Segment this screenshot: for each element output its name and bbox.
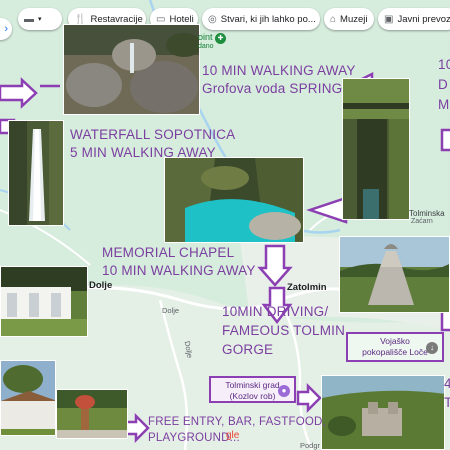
poi-pin-icon: ✚	[215, 33, 227, 44]
free-entry-text: FREE ENTRY, BAR, FASTFOOD,	[148, 416, 326, 428]
museum-icon: ⌂	[330, 13, 337, 25]
castle-box[interactable]: Tolminski grad (Kozlov rob) ●	[209, 376, 296, 403]
photo-bar[interactable]	[56, 389, 128, 439]
photo-castle[interactable]	[321, 375, 445, 450]
house-image	[1, 361, 55, 435]
chip-restaurants-label: Restavracije	[90, 13, 143, 25]
chip-transit[interactable]: ▣ Javni prevoz	[378, 8, 450, 30]
chip-transit-label: Javni prevoz	[397, 13, 450, 25]
hotel-icon: ▭	[156, 13, 166, 25]
right-edge-text-2: D	[438, 77, 448, 92]
chapel-name-text: MEMORIAL CHAPEL	[102, 245, 235, 260]
chevron-icon: ›	[4, 23, 8, 35]
place-zatolmin[interactable]: Zatolmin	[287, 282, 327, 293]
dropdown-arrow-icon: ▾	[38, 16, 42, 23]
google-logo: gle	[226, 430, 240, 441]
vojasko-box[interactable]: Vojaško pokopališče Loče ↓	[346, 332, 444, 362]
place-tolminska[interactable]: Tolminska	[409, 209, 445, 218]
waterfall-image	[9, 121, 63, 225]
camera-icon: ◎	[208, 13, 217, 25]
photo-waterfall[interactable]	[8, 120, 64, 226]
chapel-distance-text: 10 MIN WALKING AWAY	[102, 263, 256, 278]
spring-distance-text: 10 MIN WALKING AWAY	[202, 63, 356, 78]
photo-chapel[interactable]	[0, 266, 88, 337]
right-edge-text-1: 10	[438, 57, 450, 72]
place-tolminska-sub: Zaćarn	[411, 218, 433, 225]
photo-spring[interactable]	[63, 24, 200, 115]
gorge-image	[165, 158, 303, 242]
waterfall-name-text: WATERFALL SOPOTNICA	[70, 127, 236, 142]
place-dolje[interactable]: Dolje	[89, 280, 112, 291]
photo-playground-house[interactable]	[0, 360, 56, 436]
vojasko-line1: Vojaško	[380, 336, 410, 346]
transit-icon: ▣	[384, 13, 394, 25]
gorge-line3-text: GORGE	[222, 342, 274, 357]
right-edge-text-5: T	[444, 395, 450, 410]
castle-image	[322, 376, 444, 449]
chapel-image	[1, 267, 87, 336]
restaurant-icon: 🍴	[74, 13, 87, 25]
gorge-line1-text: 10MIN DRIVING/	[222, 304, 329, 319]
road-label-dolje: Dolje	[162, 306, 180, 315]
poi-label-text: oint	[198, 32, 213, 42]
poi-sublabel: dano	[198, 43, 214, 50]
keyboard-icon: ▬	[24, 13, 34, 25]
chip-museums-label: Muzeji	[340, 13, 368, 25]
bridge-image	[343, 79, 409, 219]
chip-hotels-label: Hoteli	[169, 13, 194, 25]
waterfall-distance-text: 5 MIN WALKING AWAY	[70, 145, 216, 160]
gorge-line2-text: FAMEOUS TOLMIN	[222, 323, 346, 338]
bar-image	[57, 390, 127, 438]
chip-things-label: Stvari, ki jih lahko po...	[220, 13, 316, 25]
monument-image	[340, 237, 449, 312]
photo-monument[interactable]	[339, 236, 450, 313]
castle-pin-icon: ●	[278, 385, 290, 397]
chip-things-to-do[interactable]: ◎ Stvari, ki jih lahko po...	[202, 8, 320, 30]
photo-bridge[interactable]	[342, 78, 410, 220]
info-icon: ↓	[426, 342, 438, 354]
photo-gorge[interactable]	[164, 157, 304, 243]
chip-museums[interactable]: ⌂ Muzeji	[324, 8, 374, 30]
right-edge-text-4: 4	[444, 376, 450, 391]
layers-chip[interactable]: ▬ ▾	[18, 8, 62, 30]
right-edge-text-3: M	[438, 97, 450, 112]
road-label-podgr: Podgr	[300, 441, 321, 450]
spring-image	[64, 25, 199, 114]
spring-name-text: Grofova voda SPRING	[202, 81, 343, 96]
